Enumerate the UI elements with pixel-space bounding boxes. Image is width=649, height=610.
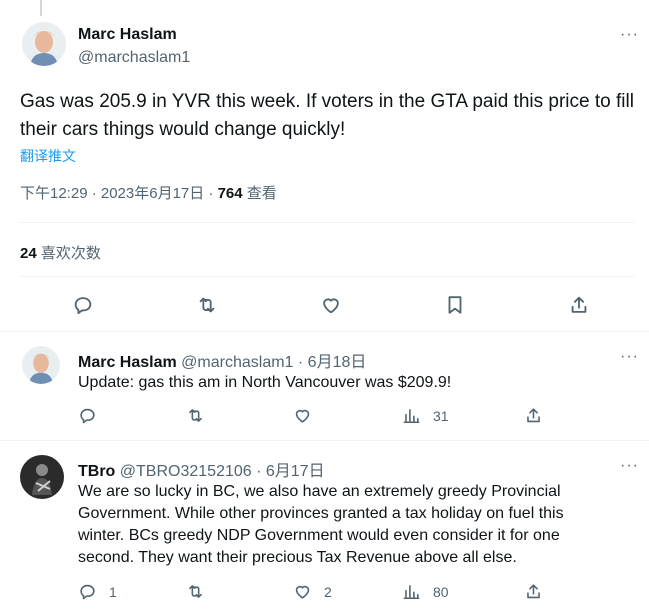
tweet-meta: 下午12:29 · 2023年6月17日 · 764 查看 — [20, 182, 277, 203]
tweet-timestamp[interactable]: 下午12:29 · 2023年6月17日 · — [20, 185, 218, 202]
author-name[interactable]: TBro — [78, 463, 115, 480]
share-button[interactable] — [524, 582, 543, 601]
like-button[interactable] — [293, 406, 324, 425]
views-count: 764 — [217, 185, 243, 202]
share-icon — [527, 584, 540, 599]
bookmark-icon — [448, 296, 462, 314]
view-count: 80 — [433, 583, 449, 600]
views-button[interactable]: 31 — [402, 406, 449, 425]
author-handle[interactable]: @marchaslam1 — [78, 49, 190, 67]
avatar[interactable] — [22, 346, 60, 384]
reply-button[interactable] — [78, 406, 109, 425]
reply-button[interactable]: 1 — [78, 582, 117, 601]
like-button[interactable]: 2 — [293, 582, 332, 601]
likes-summary[interactable]: 24 喜欢次数 — [20, 242, 101, 263]
reply-header: Marc Haslam @marchaslam1 · 6月18日 — [78, 348, 366, 372]
retweet-icon — [199, 297, 215, 313]
avatar[interactable] — [20, 455, 64, 499]
like-button[interactable] — [320, 294, 342, 316]
reply-icon — [80, 408, 95, 424]
retweet-button[interactable] — [196, 294, 218, 316]
author-name[interactable]: Marc Haslam — [78, 354, 177, 371]
like-icon — [295, 585, 310, 599]
views-icon — [403, 585, 420, 600]
author-name[interactable]: Marc Haslam — [78, 26, 177, 44]
like-icon — [295, 409, 310, 423]
share-button[interactable] — [568, 294, 590, 316]
share-button[interactable] — [524, 406, 543, 425]
divider — [0, 331, 649, 332]
retweet-icon — [189, 585, 202, 598]
divider — [0, 440, 649, 441]
like-count: 2 — [324, 583, 332, 600]
views-label: 查看 — [242, 185, 277, 202]
translate-link[interactable]: 翻译推文 — [20, 146, 76, 166]
reply-button[interactable] — [72, 294, 94, 316]
share-icon — [571, 296, 587, 313]
views-icon — [403, 409, 420, 424]
like-icon — [323, 298, 339, 314]
reply-icon — [80, 584, 95, 600]
thread-line-top — [40, 0, 42, 16]
retweet-icon — [189, 409, 202, 422]
divider — [20, 276, 635, 277]
divider — [20, 222, 635, 223]
retweet-button[interactable] — [186, 406, 217, 425]
views-button[interactable]: 80 — [402, 582, 449, 601]
retweet-button[interactable] — [186, 582, 217, 601]
more-options-icon[interactable]: ··· — [620, 348, 639, 366]
reply-count: 1 — [109, 583, 117, 600]
more-options-icon[interactable]: ··· — [620, 457, 639, 475]
author-handle[interactable]: @TBRO32152106 · 6月17日 — [120, 463, 325, 480]
tweet-text: Gas was 205.9 in YVR this week. If voter… — [20, 91, 634, 140]
reply-icon — [74, 297, 92, 315]
view-count: 31 — [433, 407, 449, 424]
avatar[interactable] — [22, 22, 66, 66]
more-options-icon[interactable]: ··· — [620, 26, 639, 44]
author-handle[interactable]: @marchaslam1 · 6月18日 — [181, 354, 366, 371]
reply-header: TBro @TBRO32152106 · 6月17日 — [78, 457, 325, 481]
likes-label: 喜欢次数 — [36, 245, 101, 262]
reply-text: We are so lucky in BC, we also have an e… — [78, 483, 564, 566]
bookmark-button[interactable] — [444, 294, 466, 316]
reply-text: Update: gas this am in North Vancouver w… — [78, 374, 452, 391]
share-icon — [527, 408, 540, 423]
likes-count: 24 — [20, 245, 37, 262]
